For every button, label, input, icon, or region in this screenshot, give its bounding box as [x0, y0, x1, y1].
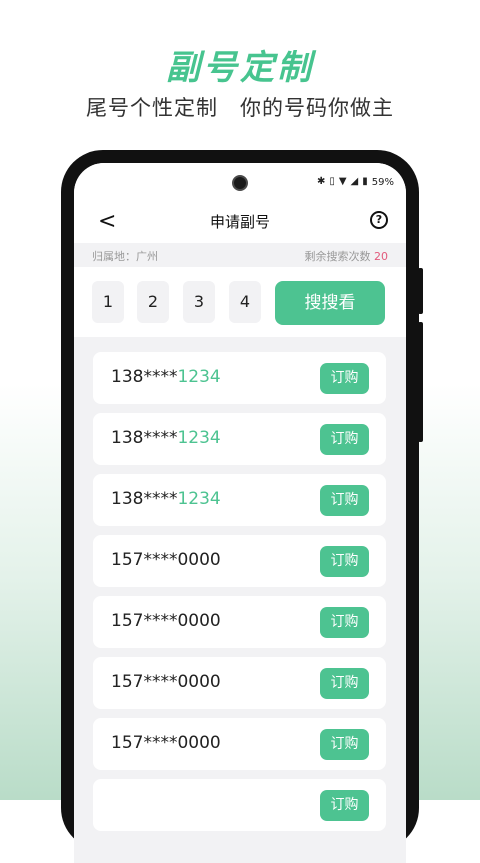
number-card: 138****1234 订购 [93, 352, 386, 404]
phone-number: 138****1234 [111, 428, 221, 448]
subscribe-button[interactable]: 订购 [320, 424, 369, 455]
number-tail: 1234 [177, 367, 221, 387]
number-prefix: 157****0000 [111, 733, 221, 753]
number-card: 157****0000 订购 [93, 657, 386, 709]
number-prefix: 138**** [111, 367, 178, 387]
number-prefix: 157****0000 [111, 611, 221, 631]
number-card: 138****1234 订购 [93, 474, 386, 526]
phone-frame: ✱ ▯ ▼ ◢ ▮ 59% < 申请副号 ? 归属地：广州 剩余搜索次数 20 … [61, 150, 419, 863]
battery-icon: ▮ [362, 176, 368, 187]
phone-number: 157****0000 [111, 672, 221, 692]
subscribe-button[interactable]: 订购 [320, 668, 369, 699]
remaining-count: 20 [374, 250, 388, 263]
bluetooth-icon: ✱ [316, 176, 326, 187]
phone-number: 138****1234 [111, 489, 221, 509]
promo-headline: 副号定制 [166, 48, 314, 88]
number-tail: 1234 [177, 428, 221, 448]
digit-input-3[interactable]: 3 [183, 281, 215, 323]
phone-screen: ✱ ▯ ▼ ◢ ▮ 59% < 申请副号 ? 归属地：广州 剩余搜索次数 20 … [74, 163, 406, 863]
digit-input-4[interactable]: 4 [229, 281, 261, 323]
subscribe-button[interactable]: 订购 [320, 363, 369, 394]
location-label: 归属地：广州 [92, 250, 158, 263]
digit-input-2[interactable]: 2 [137, 281, 169, 323]
promo-subline: 尾号个性定制 你的号码你做主 [86, 96, 394, 120]
status-bar: ✱ ▯ ▼ ◢ ▮ 59% [317, 176, 394, 188]
remaining-label: 剩余搜索次数 [304, 250, 371, 263]
number-prefix: 138**** [111, 489, 178, 509]
subscribe-button[interactable]: 订购 [320, 729, 369, 760]
number-card: 157****0000 订购 [93, 718, 386, 770]
digit-input-1[interactable]: 1 [92, 281, 124, 323]
search-row: 1 2 3 4 搜搜看 [74, 267, 406, 337]
help-icon[interactable]: ? [370, 211, 388, 229]
phone-number: 138****1234 [111, 367, 221, 387]
page-title: 申请副号 [209, 213, 270, 231]
subscribe-button[interactable]: 订购 [320, 485, 369, 516]
number-card: 157****0000 订购 [93, 535, 386, 587]
phone-number: 157****0000 [111, 611, 221, 631]
front-camera [232, 175, 248, 191]
subscribe-button[interactable]: 订购 [320, 790, 369, 821]
wifi-icon: ▼ [338, 176, 347, 187]
subscribe-button[interactable]: 订购 [320, 607, 369, 638]
phone-number: 157****0000 [111, 550, 221, 570]
phone-number: 157****0000 [111, 733, 221, 753]
nav-bar: < 申请副号 ? [74, 205, 406, 241]
number-tail: 1234 [177, 489, 221, 509]
number-prefix: 157****0000 [111, 672, 221, 692]
number-prefix: 138**** [111, 428, 178, 448]
info-bar: 归属地：广州 剩余搜索次数 20 [74, 243, 406, 267]
battery-level: 59% [371, 176, 394, 188]
search-button[interactable]: 搜搜看 [275, 281, 385, 325]
vibrate-icon: ▯ [329, 176, 335, 187]
number-prefix: 157****0000 [111, 550, 221, 570]
number-card: 138****1234 订购 [93, 413, 386, 465]
signal-icon: ◢ [350, 176, 359, 187]
number-card: 订购 [93, 779, 386, 831]
number-card: 157****0000 订购 [93, 596, 386, 648]
subscribe-button[interactable]: 订购 [320, 546, 369, 577]
remaining-searches: 剩余搜索次数 20 [305, 248, 389, 264]
